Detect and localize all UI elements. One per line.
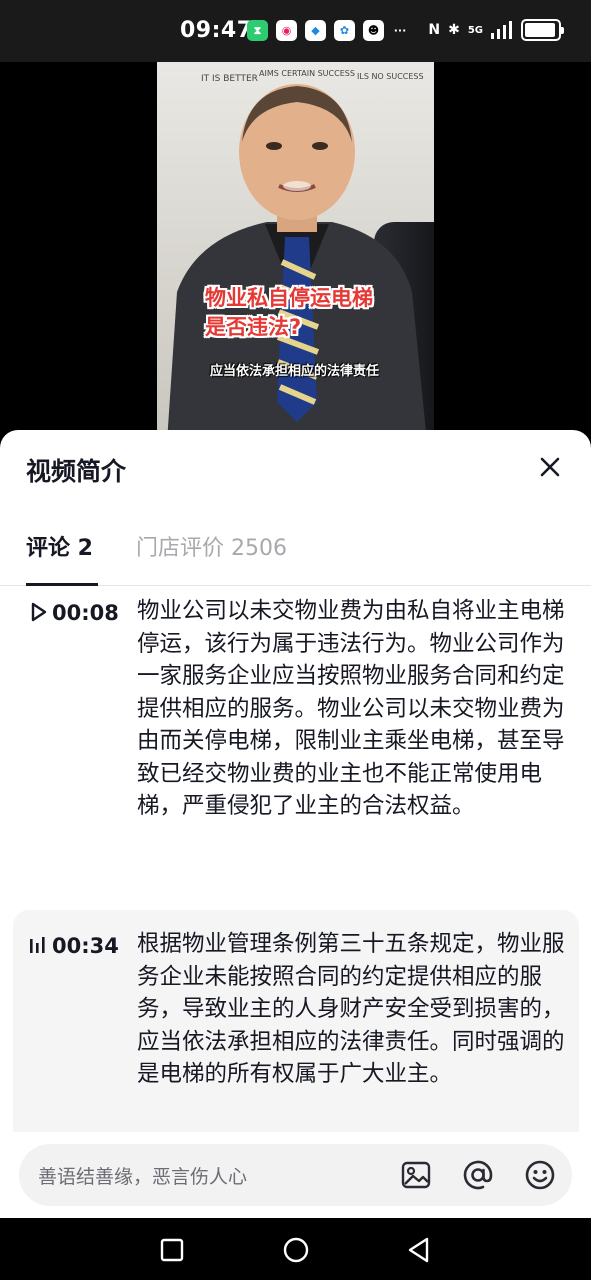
- close-icon[interactable]: [539, 456, 561, 478]
- status-bar: 09:47 ⧗ ◉ ◆ ✿ ☻ ··· N ✱ 5G: [0, 0, 591, 62]
- nfc-icon: N: [428, 22, 441, 38]
- video-frame: IT IS BETTER AIMS CERTAIN SUCCESS ILS NO…: [157, 62, 434, 442]
- tab-bar: 评论 2 门店评价 2506: [0, 510, 591, 586]
- more-notifications-icon: ···: [393, 24, 407, 37]
- network-type: 5G: [467, 24, 483, 36]
- chapter-timestamp: 00:34: [52, 934, 119, 958]
- system-nav-bar: [0, 1218, 591, 1280]
- status-right: N ✱ 5G: [428, 19, 564, 41]
- chapter-list: 00:08 物业公司以未交物业费为由私自将业主电梯停运，该行为属于违法行为。物业…: [0, 587, 591, 1132]
- back-icon[interactable]: [405, 1236, 433, 1264]
- tab-comments[interactable]: 评论 2: [26, 530, 93, 562]
- battery-icon: [521, 19, 564, 41]
- bluetooth-icon: ✱: [448, 22, 460, 38]
- chapter-item-active[interactable]: 00:34 根据物业管理条例第三十五条规定，物业服务企业未能按照合同的约定提供相…: [13, 910, 579, 1132]
- app-notification-icon: ◉: [276, 20, 297, 41]
- video-caption-title: 物业私自停运电梯 是否违法?: [205, 286, 373, 339]
- emoji-icon[interactable]: [523, 1158, 557, 1192]
- recents-icon[interactable]: [158, 1236, 186, 1264]
- chapter-text: 根据物业管理条例第三十五条规定，物业服务企业未能按照合同的约定提供相应的服务，导…: [137, 931, 565, 1087]
- video-description-sheet: 视频简介 评论 2 门店评价 2506 00:08 物业公司以未交物业费为由私自…: [0, 430, 591, 1218]
- chapter-text: 物业公司以未交物业费为由私自将业主电梯停运，该行为属于违法行为。物业公司作为一家…: [137, 598, 565, 819]
- speaker-figure: [167, 84, 427, 442]
- app-notification-icon: ✿: [334, 20, 355, 41]
- comment-input-placeholder: 善语结善缘，恶言伤人心: [38, 1166, 248, 1188]
- qq-icon: ☻: [363, 20, 384, 41]
- video-caption-subtitle: 应当依法承担相应的法律责任: [210, 364, 380, 379]
- app-notification-icon: ⧗: [247, 20, 268, 41]
- playing-bars-icon: [30, 937, 45, 953]
- video-player[interactable]: IT IS BETTER AIMS CERTAIN SUCCESS ILS NO…: [0, 62, 591, 442]
- mention-icon[interactable]: [461, 1158, 495, 1192]
- play-icon: [31, 602, 47, 622]
- sheet-title: 视频简介: [26, 457, 127, 486]
- signal-icon: [491, 21, 512, 39]
- tab-store-reviews[interactable]: 门店评价 2506: [136, 530, 287, 562]
- chapter-item[interactable]: 00:08 物业公司以未交物业费为由私自将业主电梯停运，该行为属于违法行为。物业…: [13, 587, 579, 905]
- comment-input[interactable]: 善语结善缘，恶言伤人心: [19, 1144, 572, 1206]
- active-tab-indicator: [26, 583, 98, 586]
- notification-icons: ⧗ ◉ ◆ ✿ ☻ ···: [247, 20, 408, 41]
- app-notification-icon: ◆: [305, 20, 326, 41]
- image-icon[interactable]: [399, 1158, 433, 1192]
- comment-input-bar: 善语结善缘，恶言伤人心: [0, 1132, 591, 1218]
- home-icon[interactable]: [282, 1236, 310, 1264]
- status-time: 09:47: [180, 18, 253, 43]
- chapter-timestamp: 00:08: [52, 601, 119, 625]
